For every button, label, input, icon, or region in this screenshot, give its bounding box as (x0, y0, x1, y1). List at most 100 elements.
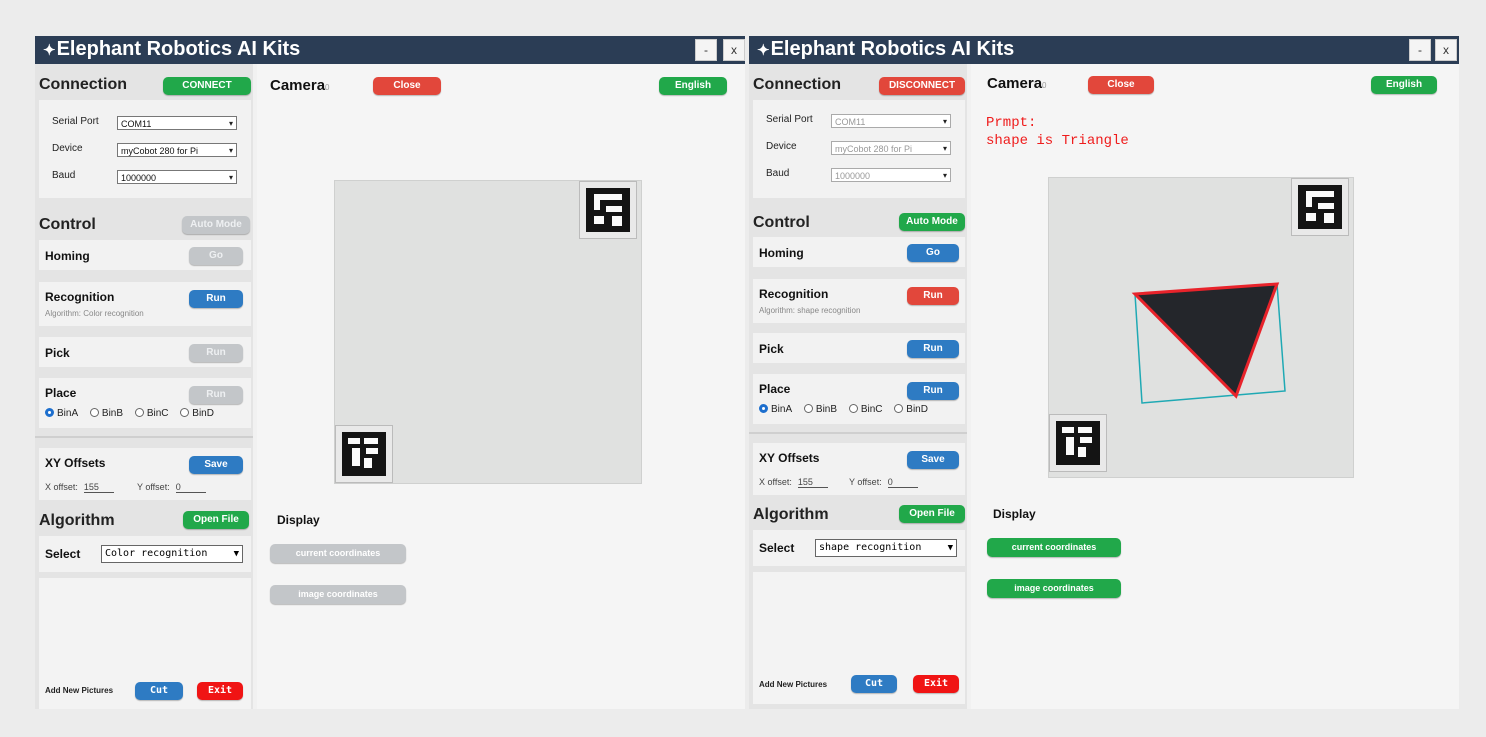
save-offsets-button[interactable]: Save (907, 451, 959, 469)
bin-b-radio[interactable] (89, 408, 99, 417)
pick-label: Pick (759, 342, 784, 356)
camera-title: Camera0 (270, 77, 330, 94)
open-file-button[interactable]: Open File (899, 505, 965, 523)
place-run-button[interactable]: Run (907, 382, 959, 400)
exit-button[interactable]: Exit (197, 682, 243, 700)
x-offset-field: X offset: 155 (759, 477, 828, 488)
title-bar[interactable]: ✦Elephant Robotics AI Kits - x (35, 36, 745, 64)
pictures-area: Add New Pictures Cut Exit (39, 578, 251, 709)
bin-c-radio[interactable] (134, 408, 144, 417)
chevron-down-icon: ▾ (942, 144, 947, 153)
camera-title: Camera0 (987, 75, 1047, 92)
serial-port-select[interactable]: COM11 ▾ (831, 114, 951, 128)
display-label: Display (993, 507, 1036, 521)
elephant-logo-icon: ✦ (757, 42, 770, 59)
connection-title: Connection (39, 76, 127, 93)
x-offset-input[interactable]: 155 (797, 477, 828, 488)
y-offset-input[interactable]: 0 (175, 482, 206, 493)
auto-mode-button[interactable]: Auto Mode (182, 216, 250, 234)
camera-close-button[interactable]: Close (1088, 76, 1154, 94)
current-coordinates-button[interactable]: current coordinates (270, 544, 406, 563)
xy-offsets-box: XY Offsets Save X offset: 155 Y offset: 0 (39, 448, 251, 500)
recognition-run-button[interactable]: Run (189, 290, 243, 308)
device-label: Device (52, 143, 83, 154)
homing-go-button[interactable]: Go (189, 247, 243, 265)
camera-close-button[interactable]: Close (373, 77, 441, 95)
disconnect-button[interactable]: DISCONNECT (879, 77, 965, 95)
bin-d-radio[interactable] (894, 404, 904, 413)
elephant-logo-icon: ✦ (43, 42, 56, 59)
pick-run-button[interactable]: Run (907, 340, 959, 358)
minimize-button[interactable]: - (695, 39, 717, 61)
select-label: Select (759, 541, 795, 555)
control-title: Control (753, 214, 810, 231)
chevron-down-icon: ▾ (228, 146, 233, 155)
bin-d-radio[interactable] (180, 408, 190, 417)
chevron-down-icon: ▾ (942, 171, 947, 180)
baud-select[interactable]: 1000000 ▾ (117, 170, 237, 184)
cut-button[interactable]: Cut (135, 682, 183, 700)
place-run-button[interactable]: Run (189, 386, 243, 404)
close-window-button[interactable]: x (1435, 39, 1457, 61)
algorithm-select[interactable]: shape recognition ▼ (815, 539, 957, 557)
title-bar[interactable]: ✦Elephant Robotics AI Kits - x (749, 36, 1459, 64)
bin-c-radio[interactable] (848, 404, 858, 413)
auto-mode-button[interactable]: Auto Mode (899, 213, 965, 231)
pictures-area: Add New Pictures Cut Exit (753, 572, 965, 704)
app-window-right: ✦Elephant Robotics AI Kits - x Connectio… (749, 36, 1459, 709)
current-coordinates-button[interactable]: current coordinates (987, 538, 1121, 557)
place-label: Place (759, 382, 791, 396)
pick-row: Pick Run (753, 333, 965, 363)
control-title: Control (39, 216, 96, 233)
xy-offsets-title: XY Offsets (45, 456, 106, 470)
camera-panel: Camera0 Close English Prmpt: shape is Tr… (971, 64, 1459, 709)
connection-title: Connection (753, 76, 841, 93)
chevron-down-icon: ▾ (228, 173, 233, 182)
baud-select[interactable]: 1000000 ▾ (831, 168, 951, 182)
language-button[interactable]: English (659, 77, 727, 95)
save-offsets-button[interactable]: Save (189, 456, 243, 474)
recognition-label: Recognition (759, 287, 829, 301)
recognition-run-button[interactable]: Run (907, 287, 959, 305)
aruco-marker-bottom-left (335, 425, 393, 483)
y-offset-input[interactable]: 0 (887, 477, 918, 488)
homing-go-button[interactable]: Go (907, 244, 959, 262)
baud-label: Baud (52, 170, 76, 181)
pick-run-button[interactable]: Run (189, 344, 243, 362)
recognition-row: Recognition Run Algorithm: Color recogni… (39, 282, 251, 326)
chevron-down-icon: ▾ (228, 119, 233, 128)
minimize-button[interactable]: - (1409, 39, 1431, 61)
bin-radio-group: BinA BinB BinC BinD (45, 408, 223, 419)
close-window-button[interactable]: x (723, 39, 745, 61)
homing-row: Homing Go (39, 240, 251, 270)
device-label: Device (766, 141, 797, 152)
divider (749, 432, 967, 434)
serial-port-select[interactable]: COM11 ▾ (117, 116, 237, 130)
image-coordinates-button[interactable]: image coordinates (987, 579, 1121, 598)
algorithm-select[interactable]: Color recognition ▼ (101, 545, 243, 563)
cut-button[interactable]: Cut (851, 675, 897, 693)
bin-b-radio[interactable] (803, 404, 813, 413)
device-select[interactable]: myCobot 280 for Pi ▾ (117, 143, 237, 157)
homing-label: Homing (45, 249, 90, 263)
x-offset-field: X offset: 155 (45, 482, 114, 493)
algorithm-title: Algorithm (753, 506, 829, 523)
chevron-down-icon: ▼ (947, 543, 953, 553)
connect-button[interactable]: CONNECT (163, 77, 251, 95)
bin-a-radio[interactable] (45, 408, 54, 417)
exit-button[interactable]: Exit (913, 675, 959, 693)
image-coordinates-button[interactable]: image coordinates (270, 585, 406, 604)
serial-port-label: Serial Port (766, 114, 813, 125)
y-offset-field: Y offset: 0 (849, 477, 918, 488)
camera-feed (334, 180, 642, 484)
place-row: Place Run BinA BinB BinC BinD (753, 374, 965, 424)
language-button[interactable]: English (1371, 76, 1437, 94)
bin-a-radio[interactable] (759, 404, 768, 413)
camera-feed (1048, 177, 1354, 478)
open-file-button[interactable]: Open File (183, 511, 249, 529)
algorithm-select-box: Select shape recognition ▼ (753, 530, 965, 566)
algorithm-info: Algorithm: shape recognition (759, 306, 861, 315)
device-select[interactable]: myCobot 280 for Pi ▾ (831, 141, 951, 155)
detected-triangle (1131, 282, 1280, 399)
x-offset-input[interactable]: 155 (83, 482, 114, 493)
